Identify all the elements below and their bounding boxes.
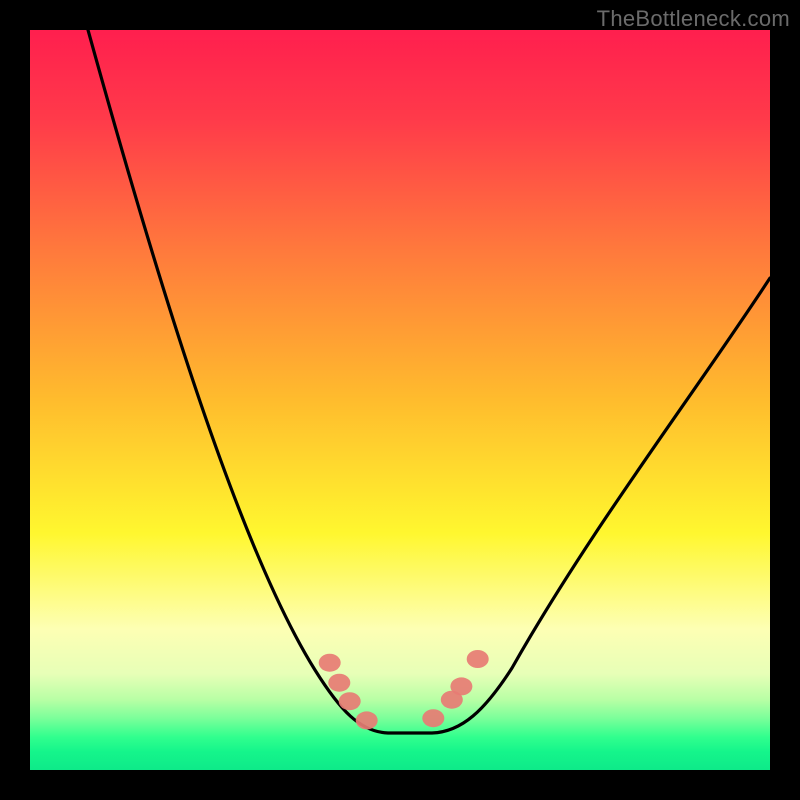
chart-panel [30,30,770,770]
marker-point [422,709,444,727]
credit-label: TheBottleneck.com [597,6,790,32]
marker-point [450,677,472,695]
marker-point [356,711,378,729]
outer-frame: TheBottleneck.com [0,0,800,800]
marker-point [319,654,341,672]
marker-point [339,692,361,710]
highlighted-points [319,650,489,729]
bottleneck-curve [30,30,770,770]
marker-point [328,674,350,692]
marker-point [467,650,489,668]
